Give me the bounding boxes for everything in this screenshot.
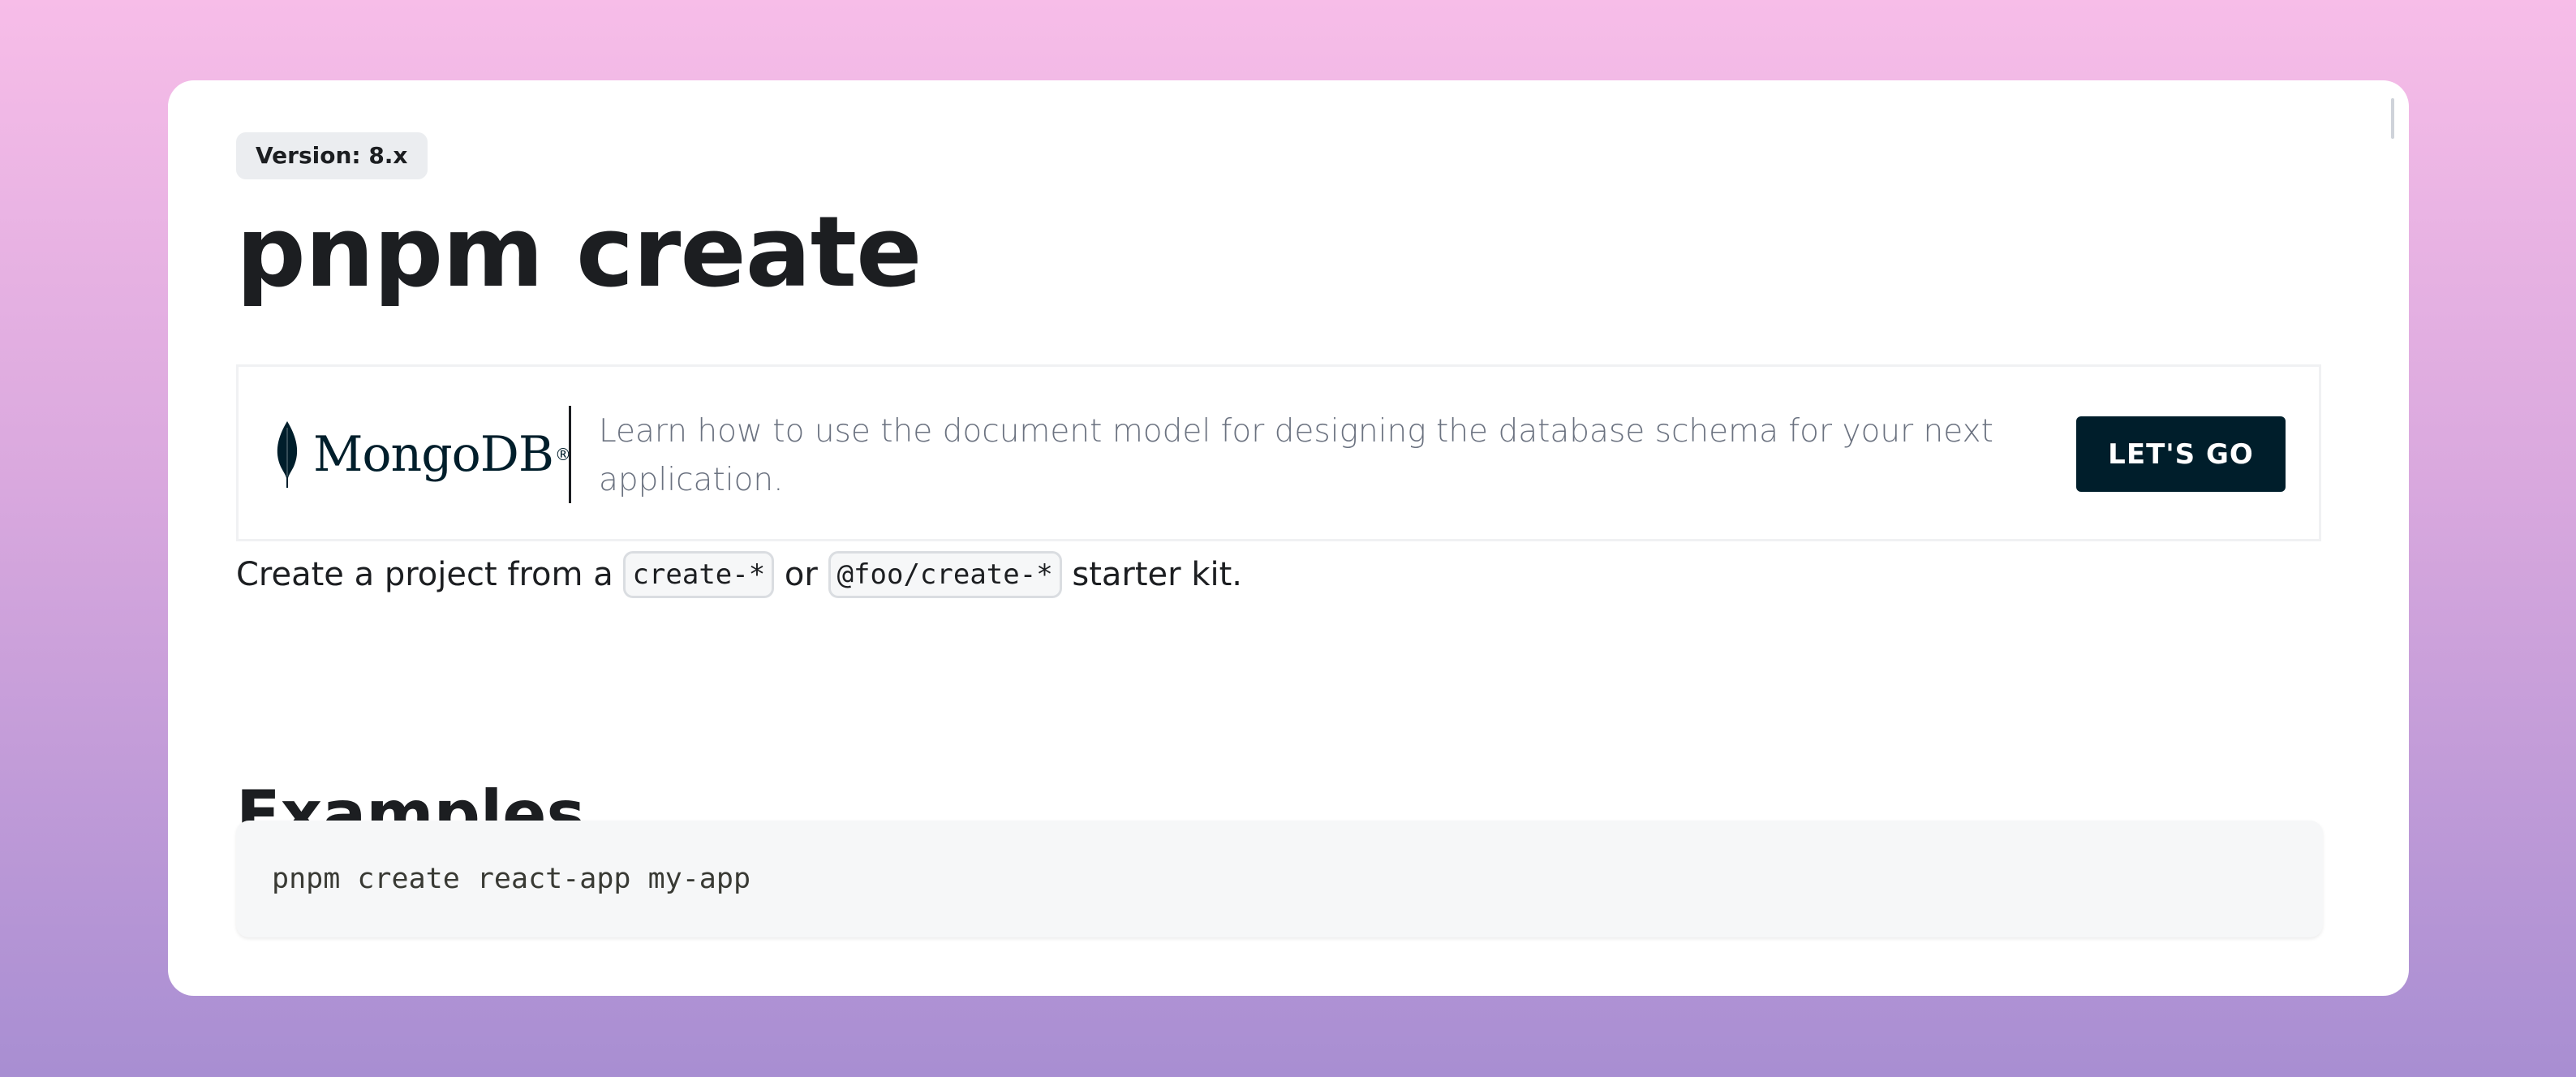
intro-middle: or [784,556,818,593]
version-badge[interactable]: Version: 8.x [236,132,428,179]
scrollbar-thumb[interactable] [2391,98,2394,139]
code-line[interactable]: pnpm create react-app my-app [272,858,750,900]
code-block[interactable]: pnpm create react-app my-app [236,821,2323,937]
logo-wordmark: MongoDB [313,426,554,483]
mongodb-logo: MongoDB ® [271,416,571,493]
page-title: pnpm create [236,196,922,309]
intro-paragraph: Create a project from a create-* or @foo… [236,546,1242,603]
inline-code-scoped-create: @foo/create-* [828,551,1062,598]
lets-go-button[interactable]: LET'S GO [2076,416,2286,492]
intro-prefix: Create a project from a [236,556,613,593]
sponsor-ad-banner[interactable]: MongoDB ® Learn how to use the document m… [236,364,2321,541]
inline-code-create: create-* [623,551,775,598]
intro-suffix: starter kit. [1072,556,1242,593]
ad-divider [569,406,571,503]
ad-copy[interactable]: Learn how to use the document model for … [599,407,2010,505]
docs-content-card: Version: 8.x pnpm create MongoDB ® Learn … [168,80,2409,996]
leaf-icon [277,421,298,488]
